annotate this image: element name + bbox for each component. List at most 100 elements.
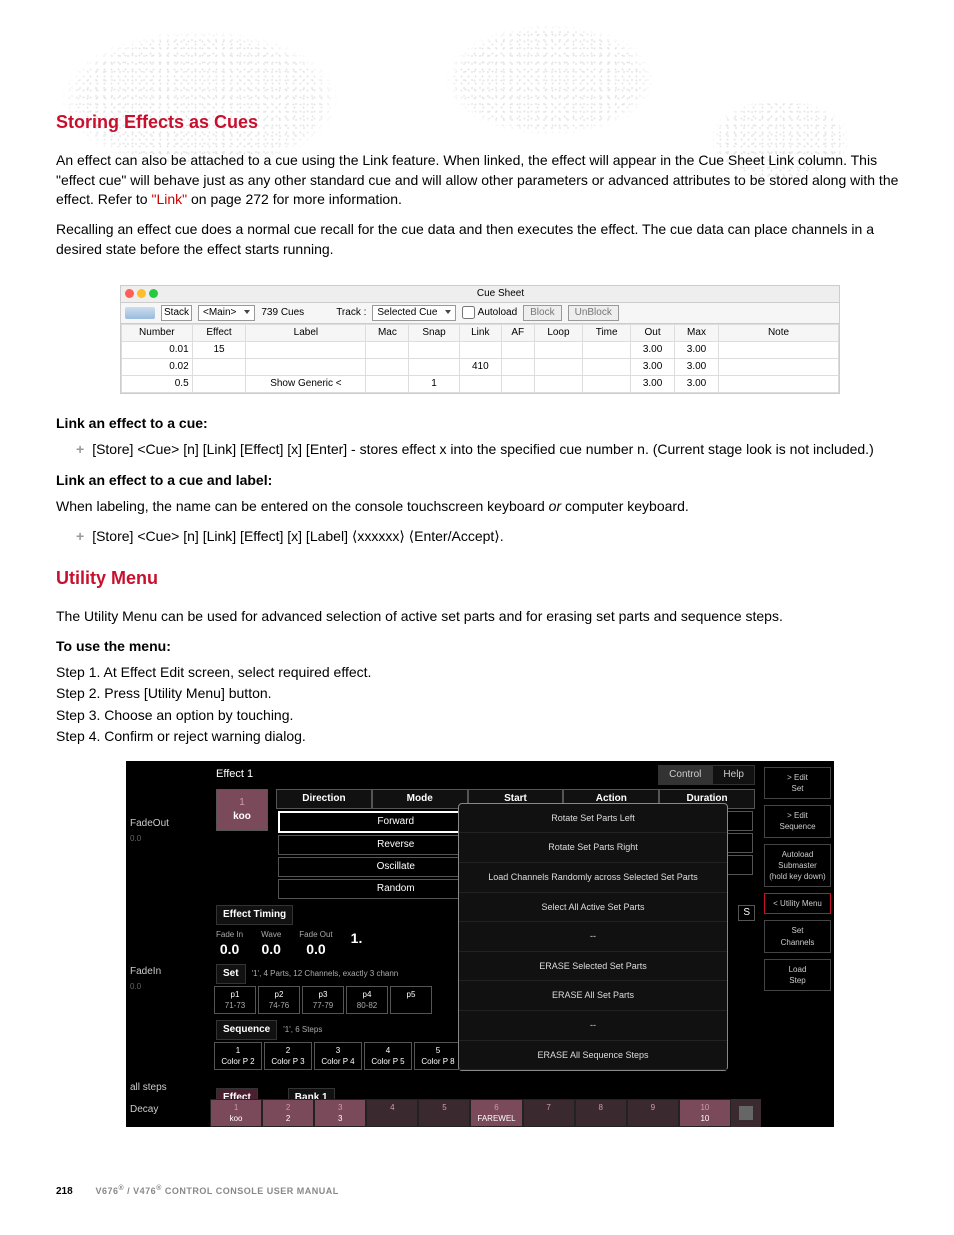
effect-tile[interactable]: 1 koo bbox=[216, 789, 268, 831]
heading-utility-menu: Utility Menu bbox=[56, 566, 904, 591]
set-label: Set bbox=[216, 964, 246, 984]
link-ref[interactable]: "Link" bbox=[151, 191, 187, 207]
timing-label: Effect Timing bbox=[216, 905, 293, 925]
col-link: Link bbox=[459, 325, 501, 342]
util-item[interactable]: Rotate Set Parts Left bbox=[459, 804, 727, 834]
util-item[interactable]: -- bbox=[459, 922, 727, 952]
utility-menu-popup: Rotate Set Parts LeftRotate Set Parts Ri… bbox=[458, 803, 728, 1071]
left-fadeout: FadeOut0.0 bbox=[126, 815, 210, 844]
table-row[interactable]: 0.5Show Generic <13.003.00 bbox=[122, 376, 839, 393]
page-footer: 218 V676® / V476® CONTROL CONSOLE USER M… bbox=[56, 1184, 339, 1199]
step-1: Step 1. At Effect Edit screen, select re… bbox=[56, 663, 904, 683]
seq-2[interactable]: 2Color P 3 bbox=[264, 1042, 312, 1070]
col-number: Number bbox=[122, 325, 193, 342]
table-row[interactable]: 0.01153.003.00 bbox=[122, 342, 839, 359]
cue-sheet-figure: Cue Sheet Stack <Main> 739 Cues Track : … bbox=[120, 285, 840, 394]
bank-slot-1[interactable]: 1koo bbox=[210, 1099, 262, 1127]
col-mac: Mac bbox=[366, 325, 409, 342]
seq-label: Sequence bbox=[216, 1020, 277, 1040]
seq-3[interactable]: 3Color P 4 bbox=[314, 1042, 362, 1070]
effect-edit-figure: FadeOut0.0FadeIn0.0all stepsDecay Effect… bbox=[126, 761, 834, 1127]
autoload-check[interactable]: Autoload bbox=[462, 306, 517, 320]
body-para-2: Recalling an effect cue does a normal cu… bbox=[56, 220, 904, 259]
window-controls bbox=[125, 289, 158, 298]
col-effect: Effect bbox=[192, 325, 246, 342]
seq-1[interactable]: 1Color P 2 bbox=[214, 1042, 262, 1070]
body-para-1: An effect can also be attached to a cue … bbox=[56, 151, 904, 210]
track-dropdown[interactable]: Selected Cue bbox=[372, 305, 456, 321]
timing-fade-out[interactable]: Fade Out0.0 bbox=[299, 929, 332, 960]
cue-grid: NumberEffectLabelMacSnapLinkAFLoopTimeOu… bbox=[121, 324, 839, 393]
cs-title-label: Cue Sheet bbox=[477, 288, 524, 299]
block-button[interactable]: Block bbox=[523, 305, 561, 321]
bank-slot-10[interactable]: 1010 bbox=[679, 1099, 731, 1127]
page-number: 218 bbox=[56, 1186, 73, 1197]
subheading-link-label: Link an effect to a cue and label: bbox=[56, 471, 904, 491]
bank-slot-9[interactable]: 9 bbox=[627, 1099, 679, 1127]
stop-icon[interactable] bbox=[731, 1099, 761, 1127]
side-button[interactable]: > Edit Sequence bbox=[764, 805, 831, 837]
left-fadein: FadeIn0.0 bbox=[126, 963, 210, 992]
tab-help[interactable]: Help bbox=[712, 765, 755, 785]
util-item[interactable]: Rotate Set Parts Right bbox=[459, 833, 727, 863]
seq-4[interactable]: 4Color P 5 bbox=[364, 1042, 412, 1070]
step-4: Step 4. Confirm or reject warning dialog… bbox=[56, 727, 904, 747]
bullet-1: + [Store] <Cue> [n] [Link] [Effect] [x] … bbox=[76, 440, 904, 460]
part-p4[interactable]: p480-82 bbox=[346, 986, 388, 1014]
bank-slot-8[interactable]: 8 bbox=[575, 1099, 627, 1127]
side-button[interactable]: Set Channels bbox=[764, 920, 831, 952]
cue-count: 739 Cues bbox=[261, 306, 304, 320]
util-item[interactable]: ERASE All Set Parts bbox=[459, 981, 727, 1011]
step-2: Step 2. Press [Utility Menu] button. bbox=[56, 684, 904, 704]
part-p1[interactable]: p171-73 bbox=[214, 986, 256, 1014]
stack-dropdown[interactable]: <Main> bbox=[198, 305, 255, 321]
util-item[interactable]: Select All Active Set Parts bbox=[459, 893, 727, 923]
seq-5[interactable]: 5Color P 8 bbox=[414, 1042, 462, 1070]
bullet-2-text: [Store] <Cue> [n] [Link] [Effect] [x] [L… bbox=[92, 527, 503, 547]
side-button[interactable]: Autoload Submaster (hold key down) bbox=[764, 844, 831, 888]
label-note: When labeling, the name can be entered o… bbox=[56, 497, 904, 517]
col-af: AF bbox=[501, 325, 534, 342]
util-item[interactable]: Load Channels Randomly across Selected S… bbox=[459, 863, 727, 893]
hdr-direction: Direction bbox=[276, 789, 372, 809]
side-button[interactable]: > Edit Set bbox=[764, 767, 831, 799]
bank-slot-5[interactable]: 5 bbox=[418, 1099, 470, 1127]
side-button[interactable]: < Utility Menu bbox=[764, 893, 831, 914]
bank-slot-6[interactable]: 6FAREWEL bbox=[470, 1099, 522, 1127]
unblock-button[interactable]: UnBlock bbox=[568, 305, 619, 321]
left-decay: Decay bbox=[126, 1101, 210, 1119]
util-item[interactable]: -- bbox=[459, 1011, 727, 1041]
table-row[interactable]: 0.024103.003.00 bbox=[122, 359, 839, 376]
subheading-link-cue: Link an effect to a cue: bbox=[56, 414, 904, 434]
util-item[interactable]: ERASE Selected Set Parts bbox=[459, 952, 727, 982]
set-desc: '1', 4 Parts, 12 Channels, exactly 3 cha… bbox=[252, 968, 399, 979]
col-max: Max bbox=[675, 325, 719, 342]
tab-control[interactable]: Control bbox=[658, 765, 712, 785]
side-button[interactable]: Load Step bbox=[764, 959, 831, 991]
util-item[interactable]: ERASE All Sequence Steps bbox=[459, 1041, 727, 1071]
hdr-mode: Mode bbox=[372, 789, 468, 809]
steps-list: Step 1. At Effect Edit screen, select re… bbox=[56, 663, 904, 747]
col-time: Time bbox=[583, 325, 631, 342]
part-p5[interactable]: p5 bbox=[390, 986, 432, 1014]
col-loop: Loop bbox=[534, 325, 583, 342]
timing-wave[interactable]: Wave0.0 bbox=[261, 929, 281, 960]
step-3: Step 3. Choose an option by touching. bbox=[56, 706, 904, 726]
col-note: Note bbox=[719, 325, 839, 342]
col-out: Out bbox=[631, 325, 675, 342]
col-label: Label bbox=[246, 325, 366, 342]
bank-slot-3[interactable]: 33 bbox=[314, 1099, 366, 1127]
track-label: Track : bbox=[336, 306, 366, 320]
heading-storing-effects: Storing Effects as Cues bbox=[56, 110, 904, 135]
timing-extra[interactable]: 1. bbox=[351, 929, 363, 960]
stack-label: Stack bbox=[161, 305, 192, 321]
part-p2[interactable]: p274-76 bbox=[258, 986, 300, 1014]
seq-desc: '1', 6 Steps bbox=[283, 1024, 322, 1035]
bank-slot-4[interactable]: 4 bbox=[366, 1099, 418, 1127]
col-snap: Snap bbox=[409, 325, 459, 342]
part-p3[interactable]: p377-79 bbox=[302, 986, 344, 1014]
timing-fade-in[interactable]: Fade In0.0 bbox=[216, 929, 243, 960]
para-1b: on page 272 for more information. bbox=[191, 191, 402, 207]
bank-slot-7[interactable]: 7 bbox=[523, 1099, 575, 1127]
bank-slot-2[interactable]: 22 bbox=[262, 1099, 314, 1127]
